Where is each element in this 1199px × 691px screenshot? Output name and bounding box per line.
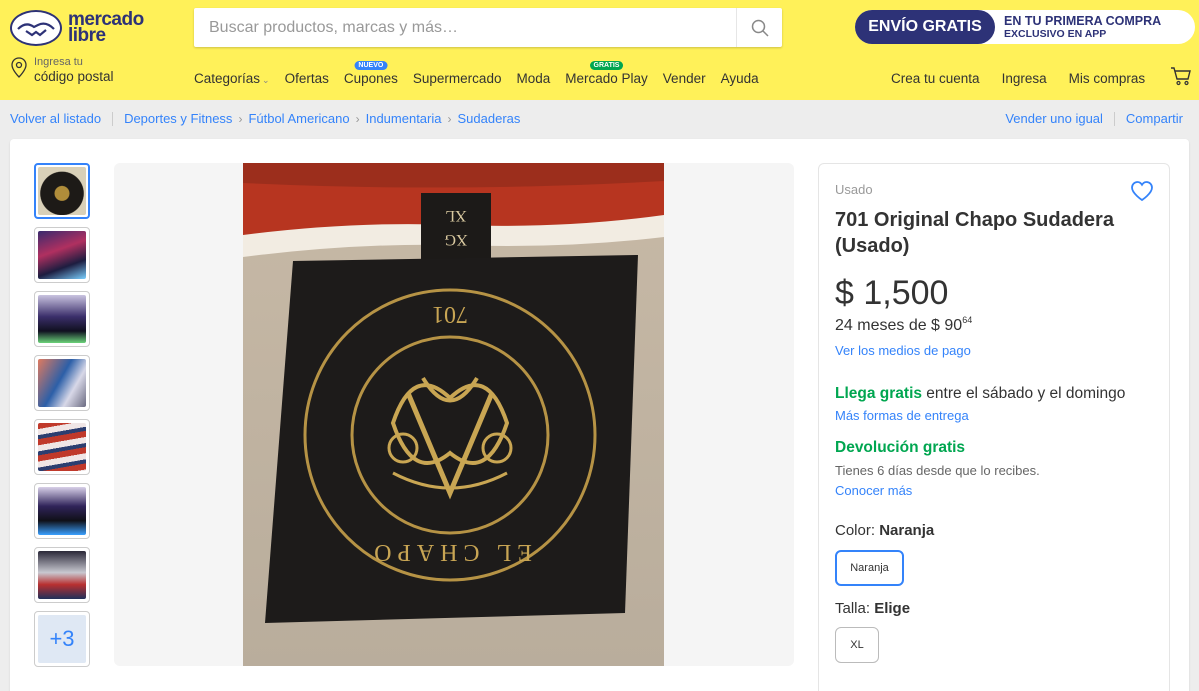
handshake-icon [10,10,62,46]
svg-text:EL CHAPO: EL CHAPO [368,539,532,565]
location-pin-icon [11,57,27,78]
thumbnail[interactable] [34,547,90,603]
delivery-options-link[interactable]: Más formas de entrega [835,408,969,423]
heart-icon[interactable] [1130,180,1154,202]
nav-supermercado[interactable]: Supermercado [413,71,502,86]
thumbnail-list: +3 [34,163,90,675]
cart-icon[interactable] [1170,66,1192,86]
item-condition: Usado [835,182,873,197]
breadcrumb: Volver al listado Deportes y Fitness › F… [10,111,520,126]
chevron-right-icon: › [355,111,360,126]
size-label: Talla: Elige [835,600,911,617]
chevron-right-icon: › [447,111,452,126]
sell-same-link[interactable]: Vender uno igual [1005,111,1103,126]
breadcrumb-item[interactable]: Deportes y Fitness [124,111,232,126]
free-shipping-promo-banner[interactable]: ENVÍO GRATIS EN TU PRIMERA COMPRA EXCLUS… [855,10,1195,44]
logo-text-line2: libre [68,25,106,46]
mercado-libre-logo[interactable]: mercado libre [10,8,144,48]
promo-pill: ENVÍO GRATIS [855,10,995,44]
location-value: código postal [34,69,114,84]
login-link[interactable]: Ingresa [1002,71,1047,86]
header: mercado libre ENVÍO GRATIS EN TU PRIMERA… [0,0,1199,100]
promo-line1: EN TU PRIMERA COMPRA [1004,14,1162,28]
breadcrumb-divider [112,111,114,126]
svg-text:XG: XG [444,231,468,248]
thumbnail[interactable] [34,355,90,411]
share-link[interactable]: Compartir [1126,111,1183,126]
breadcrumb-actions: Vender uno igual Compartir [1005,111,1183,126]
chevron-right-icon: › [238,111,243,126]
nav-mercado-play[interactable]: GRATIS Mercado Play [565,61,648,86]
nav-ayuda[interactable]: Ayuda [721,71,759,86]
nav-moda[interactable]: Moda [516,71,550,86]
back-to-list-link[interactable]: Volver al listado [10,111,101,126]
nav-cupones[interactable]: NUEVO Cupones [344,61,398,86]
my-purchases-link[interactable]: Mis compras [1069,71,1146,86]
free-return-title: Devolución gratis [835,439,966,456]
installments-cents: 64 [962,315,973,325]
nav-categorias[interactable]: Categorías ⌄ [194,71,270,86]
free-badge: GRATIS [589,61,624,70]
main-nav: Categorías ⌄ Ofertas NUEVO Cupones Superme… [194,61,774,86]
product-gallery[interactable]: XL XG 701 EL CHAPO [114,163,794,666]
thumbnail[interactable] [34,227,90,283]
payment-methods-link[interactable]: Ver los medios de pago [835,343,971,358]
breadcrumb-item[interactable]: Fútbol Americano [248,111,349,126]
location-hint: Ingresa tu [34,56,83,68]
nav-vender[interactable]: Vender [663,71,706,86]
product-title: 701 Original Chapo Sudadera (Usado) [835,209,1114,257]
nav-ofertas[interactable]: Ofertas [285,71,329,86]
postal-code-selector[interactable]: Ingresa tu código postal [10,56,114,85]
svg-text:XL: XL [445,207,466,224]
search-input[interactable] [194,8,734,47]
installments: 24 meses de $ 9064 [835,315,973,334]
search-icon [751,19,769,37]
account-nav: Crea tu cuenta Ingresa Mis compras [891,71,1145,86]
create-account-link[interactable]: Crea tu cuenta [891,71,980,86]
breadcrumb-item[interactable]: Sudaderas [458,111,521,126]
thumbnail[interactable] [34,291,90,347]
product-photo: XL XG 701 EL CHAPO [243,163,664,666]
promo-line2: EXCLUSIVO EN APP [1004,28,1107,40]
new-badge: NUEVO [354,61,388,70]
chevron-down-icon: ⌄ [262,75,270,85]
color-label: Color: Naranja [835,522,935,539]
search-bar [194,8,782,47]
color-option-naranja[interactable]: Naranja [835,550,904,586]
thumbnail[interactable] [34,419,90,475]
breadcrumb-divider [1113,111,1115,126]
learn-more-link[interactable]: Conocer más [835,483,912,498]
more-photos-thumbnail[interactable]: +3 [34,611,90,667]
product-price: $ 1,500 [835,274,949,312]
svg-text:701: 701 [432,301,468,327]
return-note: Tienes 6 días desde que lo recibes. [835,463,1040,478]
shipping-info: Llega gratis entre el sábado y el doming… [835,385,1126,402]
thumbnail[interactable] [34,163,90,219]
size-option-xl[interactable]: XL [835,627,879,663]
more-photos-count: +3 [38,615,86,663]
thumbnail[interactable] [34,483,90,539]
breadcrumb-item[interactable]: Indumentaria [366,111,442,126]
search-button[interactable] [736,8,782,47]
